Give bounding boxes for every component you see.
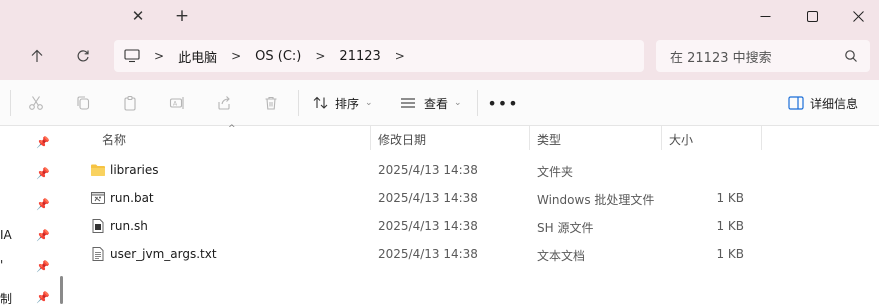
navigation-bar: > 此电脑 > OS (C:) > 21123 > 在 21123 中搜索 [0, 32, 879, 80]
sort-icon [313, 96, 328, 109]
details-pane-icon [788, 96, 804, 110]
scissors-icon [29, 96, 43, 110]
chevron-right-icon[interactable]: > [154, 49, 164, 63]
new-tab-button[interactable]: + [170, 4, 194, 28]
file-size: 1 KB [716, 219, 744, 233]
nav-item-label[interactable]: IA [0, 228, 12, 242]
file-size: 1 KB [716, 191, 744, 205]
file-name: run.bat [110, 191, 154, 205]
view-menu-button[interactable]: 查看 ⌄ [400, 92, 462, 114]
rename-icon: A [169, 97, 184, 109]
address-bar[interactable]: > 此电脑 > OS (C:) > 21123 > [114, 40, 644, 72]
toolbar-divider [477, 90, 478, 116]
delete-button[interactable] [261, 93, 281, 113]
search-placeholder: 在 21123 中搜索 [670, 50, 772, 66]
trash-icon [265, 96, 277, 110]
sort-menu-button[interactable]: 排序 ⌄ [313, 92, 373, 114]
sort-label: 排序 [335, 96, 360, 111]
file-name: libraries [110, 163, 159, 177]
pin-icon[interactable]: 📌 [36, 290, 50, 304]
search-icon[interactable] [844, 49, 858, 63]
nav-pane-scrollbar[interactable] [60, 276, 63, 304]
batch-file-icon [91, 192, 105, 204]
view-icon [401, 98, 415, 108]
file-row[interactable]: user_jvm_args.txt 2025/4/13 14:38 文本文档 1… [72, 240, 879, 268]
details-pane-button[interactable]: 详细信息 [788, 92, 858, 114]
column-header-modified[interactable]: 修改日期 [378, 131, 426, 148]
shell-file-icon [92, 219, 104, 233]
column-header-row: ^ 名称 修改日期 类型 大小 [72, 124, 879, 150]
pin-icon[interactable]: 📌 [36, 228, 50, 242]
pin-icon[interactable]: 📌 [36, 197, 50, 211]
file-type: 文件夹 [537, 165, 574, 179]
command-bar: A 排序 ⌄ 查看 ⌄ ••• 详细信息 [0, 80, 879, 126]
file-modified: 2025/4/13 14:38 [378, 191, 478, 205]
file-name: run.sh [110, 219, 148, 233]
toolbar-divider [298, 90, 299, 116]
chevron-down-icon: ⌄ [454, 98, 462, 108]
text-file-icon [92, 247, 104, 261]
file-modified: 2025/4/13 14:38 [378, 163, 478, 177]
details-label: 详细信息 [810, 96, 859, 111]
nav-item-label[interactable]: 制 [0, 290, 12, 305]
nav-item-label[interactable]: ' [0, 258, 3, 272]
column-divider[interactable] [370, 126, 371, 150]
chevron-right-icon[interactable]: > [315, 49, 325, 63]
column-divider[interactable] [661, 126, 662, 150]
file-type: SH 源文件 [537, 221, 594, 235]
sort-ascending-icon: ^ [228, 124, 236, 134]
maximize-button[interactable] [789, 0, 835, 32]
minimize-icon [760, 15, 770, 17]
navigation-pane: 📌 📌 📌 IA 📌 ' 📌 制 📌 [0, 126, 66, 305]
chevron-right-icon[interactable]: > [231, 49, 241, 63]
paste-button[interactable] [120, 93, 140, 113]
column-divider[interactable] [529, 126, 530, 150]
column-header-size[interactable]: 大小 [669, 131, 693, 148]
search-input[interactable]: 在 21123 中搜索 [656, 40, 870, 72]
file-size: 1 KB [716, 247, 744, 261]
folder-icon [91, 164, 105, 176]
breadcrumb-folder[interactable]: 21123 [339, 49, 380, 64]
more-options-button[interactable]: ••• [487, 92, 517, 114]
share-icon [218, 96, 230, 110]
file-row[interactable]: libraries 2025/4/13 14:38 文件夹 [72, 156, 879, 184]
file-modified: 2025/4/13 14:38 [378, 247, 478, 261]
pin-icon[interactable]: 📌 [36, 135, 50, 149]
chevron-right-icon[interactable]: > [395, 49, 405, 63]
maximize-icon [806, 10, 818, 22]
column-header-type[interactable]: 类型 [537, 131, 561, 148]
copy-button[interactable] [73, 93, 93, 113]
refresh-icon [77, 50, 89, 62]
column-divider[interactable] [761, 126, 762, 150]
file-name: user_jvm_args.txt [110, 247, 217, 261]
file-row[interactable]: run.bat 2025/4/13 14:38 Windows 批处理文件 1 … [72, 184, 879, 212]
minimize-button[interactable] [742, 0, 788, 32]
share-button[interactable] [214, 93, 234, 113]
file-modified: 2025/4/13 14:38 [378, 219, 478, 233]
refresh-button[interactable] [68, 42, 98, 70]
arrow-up-icon [31, 49, 43, 62]
rename-button[interactable]: A [167, 93, 187, 113]
column-header-name[interactable]: 名称 [102, 131, 126, 148]
computer-icon[interactable] [124, 49, 140, 63]
toolbar-divider [10, 90, 11, 116]
close-tab-button[interactable]: ✕ [126, 4, 150, 28]
pin-icon[interactable]: 📌 [36, 259, 50, 273]
clipboard-icon [124, 95, 136, 111]
view-label: 查看 [424, 96, 449, 111]
file-row[interactable]: run.sh 2025/4/13 14:38 SH 源文件 1 KB [72, 212, 879, 240]
up-button[interactable] [22, 42, 52, 70]
svg-text:A: A [173, 101, 178, 108]
file-type: Windows 批处理文件 [537, 193, 655, 207]
file-type: 文本文档 [537, 249, 586, 263]
pin-icon[interactable]: 📌 [36, 166, 50, 180]
close-window-button[interactable] [835, 0, 879, 32]
cut-button[interactable] [26, 93, 46, 113]
title-bar: ✕ + [0, 0, 879, 32]
chevron-down-icon: ⌄ [365, 98, 373, 108]
close-icon [852, 10, 864, 22]
copy-icon [77, 96, 90, 110]
breadcrumb-this-pc[interactable]: 此电脑 [178, 47, 217, 66]
breadcrumb-drive-c[interactable]: OS (C:) [255, 49, 301, 64]
